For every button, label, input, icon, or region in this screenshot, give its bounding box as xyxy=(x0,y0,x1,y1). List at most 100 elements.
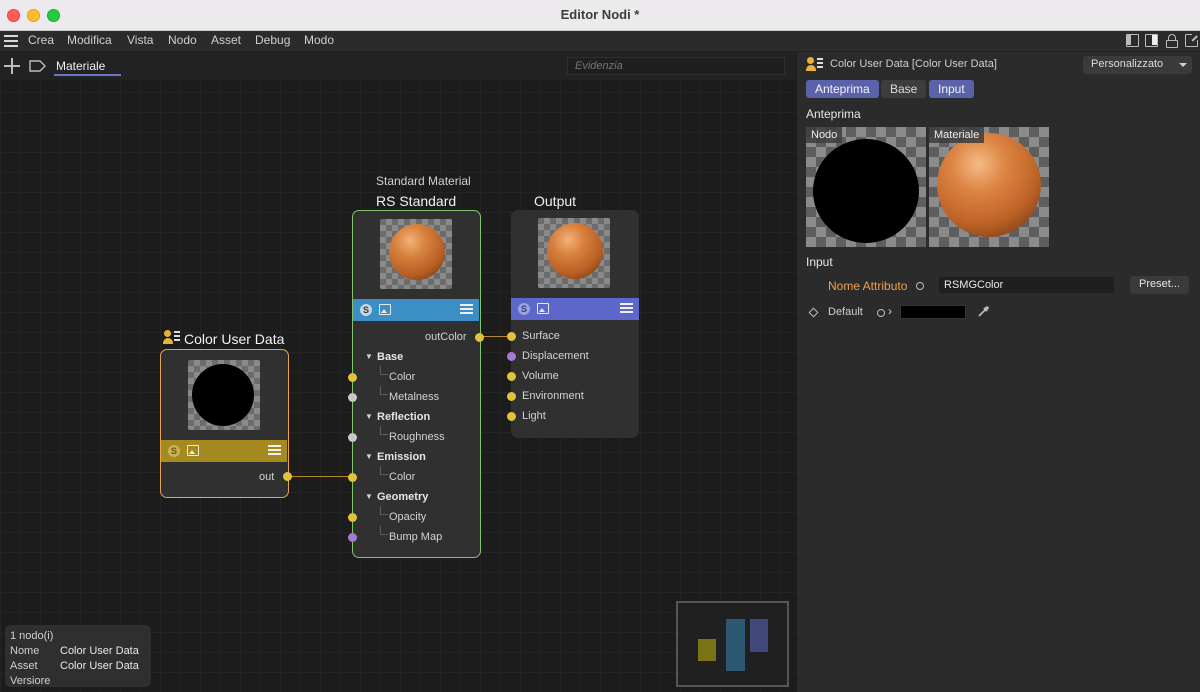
image-icon[interactable] xyxy=(187,445,199,456)
tree-connector xyxy=(380,366,388,375)
menu-crea[interactable]: Crea xyxy=(28,33,54,47)
node-title-output: Output xyxy=(534,193,577,209)
menu-modo[interactable]: Modo xyxy=(304,33,334,47)
hamburger-menu-icon[interactable] xyxy=(4,35,18,47)
input-port-metalness[interactable] xyxy=(348,393,357,402)
node-menu-icon[interactable] xyxy=(620,303,633,315)
tab-active-indicator xyxy=(54,74,121,76)
node-toolbar: S xyxy=(161,440,287,462)
pop-out-icon[interactable] xyxy=(1185,33,1199,47)
output-port-out[interactable] xyxy=(283,472,292,481)
section-anteprima: Anteprima xyxy=(806,107,861,121)
layout-right-panel-icon[interactable] xyxy=(1145,34,1158,47)
title-bar: Editor Nodi * xyxy=(0,0,1200,31)
graph-minimap[interactable] xyxy=(676,601,789,687)
tab-anteprima[interactable]: Anteprima xyxy=(806,80,879,98)
color-user-data-node[interactable]: S out xyxy=(160,349,292,498)
script-icon[interactable]: S xyxy=(518,303,530,315)
chevron-down-icon[interactable]: ▼ xyxy=(365,492,373,501)
input-port-bump-map[interactable] xyxy=(348,533,357,542)
input-port-displacement[interactable] xyxy=(507,352,516,361)
animation-key-icon[interactable] xyxy=(916,282,924,290)
node-preview-thumbnail xyxy=(380,219,452,289)
animation-key-icon[interactable] xyxy=(877,309,885,317)
node-preview-thumbnail xyxy=(188,360,260,430)
section-input: Input xyxy=(806,255,833,269)
port-label-opacity: Opacity xyxy=(389,511,427,523)
chevron-down-icon[interactable]: ▼ xyxy=(365,412,373,421)
group-geometry[interactable]: Geometry xyxy=(377,491,428,503)
layout-dropdown-value: Personalizzato xyxy=(1091,58,1164,70)
node-menu-icon[interactable] xyxy=(268,445,281,457)
node-menu-icon[interactable] xyxy=(460,304,473,316)
input-port-roughness[interactable] xyxy=(348,433,357,442)
port-label-base-color: Color xyxy=(389,371,416,383)
minimap-node-output xyxy=(750,619,768,652)
chevron-right-icon[interactable]: › xyxy=(888,304,892,318)
preset-button[interactable]: Preset... xyxy=(1130,276,1189,294)
port-label-environment: Environment xyxy=(522,390,584,402)
chevron-down-icon[interactable]: ▼ xyxy=(365,452,373,461)
info-label-nome: Nome xyxy=(10,645,40,657)
port-label-light: Light xyxy=(522,410,546,422)
port-label-displacement: Displacement xyxy=(522,350,589,362)
input-port-volume[interactable] xyxy=(507,372,516,381)
port-label-outcolor: outColor xyxy=(425,331,467,343)
person-list-icon xyxy=(806,57,824,73)
input-port-light[interactable] xyxy=(507,412,516,421)
tab-base[interactable]: Base xyxy=(881,80,927,98)
input-port-base-color[interactable] xyxy=(348,373,357,382)
tree-connector xyxy=(380,386,388,395)
node-toolbar: S xyxy=(353,299,479,321)
port-label-emission-color: Color xyxy=(389,471,416,483)
orange-sphere-preview xyxy=(547,223,603,279)
script-icon[interactable]: S xyxy=(168,445,180,457)
keyframe-diamond-icon[interactable] xyxy=(808,307,819,318)
input-port-environment[interactable] xyxy=(507,392,516,401)
attribute-name-field[interactable] xyxy=(938,276,1115,294)
chevron-down-icon[interactable]: ▼ xyxy=(365,352,373,361)
menu-modifica[interactable]: Modifica xyxy=(67,33,112,47)
menu-asset[interactable]: Asset xyxy=(211,33,241,47)
menu-debug[interactable]: Debug xyxy=(255,33,290,47)
menu-vista[interactable]: Vista xyxy=(127,33,153,47)
chevron-down-icon xyxy=(1179,63,1187,67)
input-port-opacity[interactable] xyxy=(348,513,357,522)
group-reflection[interactable]: Reflection xyxy=(377,411,430,423)
node-title-rs-standard: RS Standard xyxy=(376,193,457,209)
rs-standard-node[interactable]: S outColor ▼ Base Color Metalness ▼ Refl… xyxy=(348,210,484,558)
tab-input[interactable]: Input xyxy=(929,80,974,98)
script-icon[interactable]: S xyxy=(360,304,372,316)
black-sphere-preview xyxy=(813,139,919,243)
node-count: 1 nodo(i) xyxy=(10,630,54,642)
group-base[interactable]: Base xyxy=(377,351,403,363)
default-label: Default xyxy=(828,306,863,318)
eyedropper-icon[interactable] xyxy=(977,305,990,318)
orange-sphere-preview xyxy=(389,224,445,280)
layout-dropdown[interactable]: Personalizzato xyxy=(1083,56,1192,74)
tree-connector xyxy=(380,466,388,475)
node-subtitle-standard-material: Standard Material xyxy=(376,174,471,188)
image-icon[interactable] xyxy=(537,303,549,314)
input-port-emission-color[interactable] xyxy=(348,473,357,482)
info-label-versione: Versiore xyxy=(10,675,51,687)
output-port-outcolor[interactable] xyxy=(475,333,484,342)
input-port-surface[interactable] xyxy=(507,332,516,341)
port-label-out: out xyxy=(259,471,275,483)
add-node-icon[interactable] xyxy=(4,58,20,74)
layout-left-panel-icon[interactable] xyxy=(1126,34,1139,47)
tag-icon[interactable] xyxy=(29,60,46,72)
default-color-swatch[interactable] xyxy=(900,305,966,319)
highlight-search-input[interactable] xyxy=(567,57,785,75)
tab-materiale[interactable]: Materiale xyxy=(56,59,105,73)
minimap-node-color-user-data xyxy=(698,639,716,661)
port-label-bump-map: Bump Map xyxy=(389,531,443,543)
lock-icon[interactable] xyxy=(1166,34,1178,48)
node-toolbar: S xyxy=(511,298,639,320)
menu-nodo[interactable]: Nodo xyxy=(168,33,197,47)
node-preview-thumbnail xyxy=(538,218,610,288)
node-graph-canvas[interactable]: Materiale Color User Data S out xyxy=(0,52,796,692)
output-node[interactable]: S Surface Displacement Volume Environmen… xyxy=(507,210,639,438)
image-icon[interactable] xyxy=(379,304,391,315)
group-emission[interactable]: Emission xyxy=(377,451,426,463)
